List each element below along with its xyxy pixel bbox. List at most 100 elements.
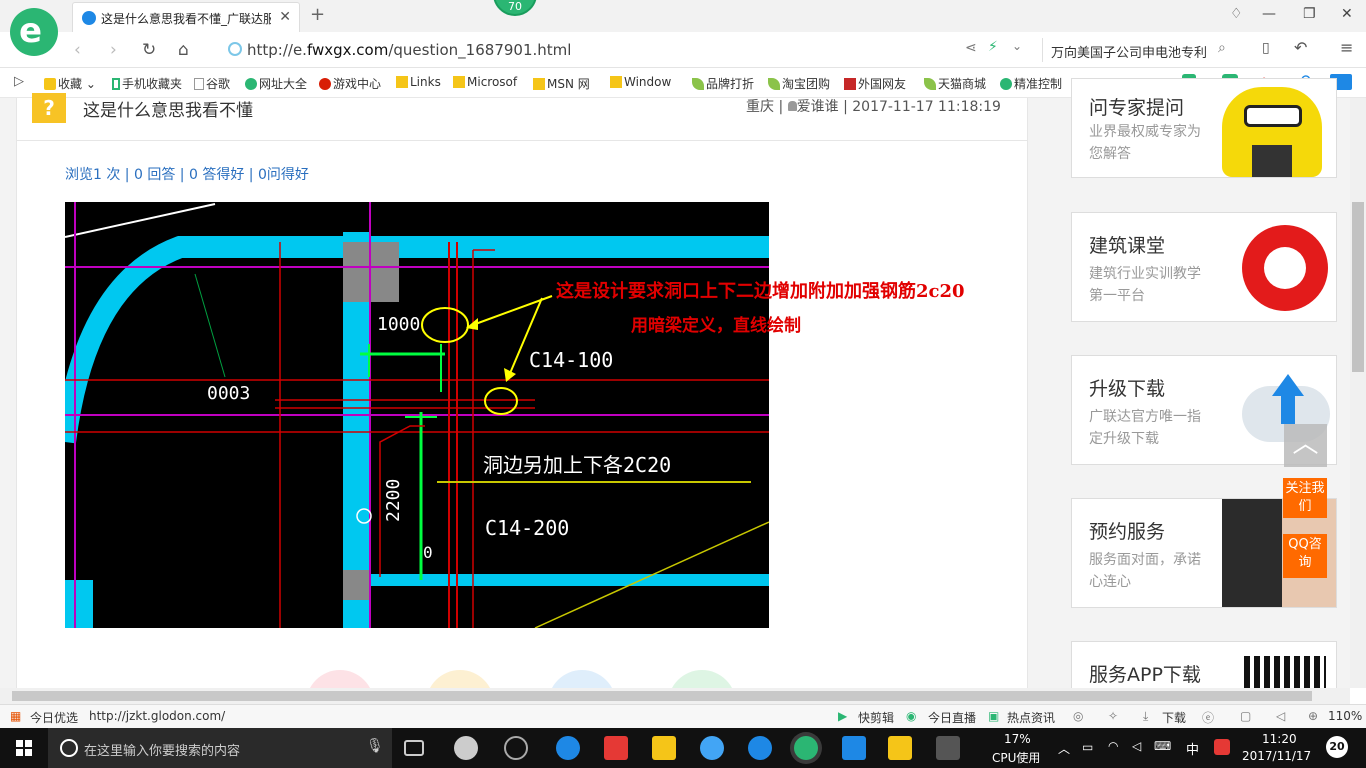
- site-info-icon[interactable]: [228, 42, 242, 56]
- url-field[interactable]: http://e.fwxgx.com/question_1687901.html: [222, 37, 1036, 63]
- lightning-icon[interactable]: ⚡: [988, 39, 998, 55]
- status-bar: ▦ 今日优选 http://jzkt.glodon.com/ ▶ 快剪辑 ◉ 今…: [0, 704, 1366, 728]
- bookmark-item[interactable]: 精准控制: [1000, 75, 1062, 92]
- pinwheel-icon[interactable]: [454, 736, 478, 760]
- forward-icon[interactable]: ›: [110, 40, 117, 60]
- browser-logo-icon[interactable]: e: [10, 8, 58, 56]
- clip-icon: ▶: [838, 709, 848, 723]
- edge-alt-icon[interactable]: [504, 736, 528, 760]
- address-bar: ‹ › ↻ ⌂ http://e.fwxgx.com/question_1687…: [0, 32, 1366, 68]
- bookmark-item[interactable]: 手机收藏夹: [112, 75, 182, 92]
- browser-active-icon[interactable]: [794, 736, 818, 760]
- back-icon[interactable]: ‹: [74, 40, 81, 60]
- file-explorer-icon[interactable]: [652, 736, 676, 760]
- sidebar-toggle-icon[interactable]: ▷: [14, 74, 24, 89]
- bookmark-item[interactable]: 游戏中心: [319, 75, 381, 92]
- annotation-line-1: 这是设计要求洞口上下二边增加附加加强钢筋2c20: [556, 281, 965, 302]
- home-icon[interactable]: ⌂: [178, 40, 189, 60]
- url-text: http://e.fwxgx.com/question_1687901.html: [247, 41, 572, 59]
- today-picks-link[interactable]: 今日优选: [30, 709, 78, 726]
- qr-code-icon: [1244, 656, 1326, 690]
- bookmark-item[interactable]: 网址大全: [245, 75, 307, 92]
- volume-icon[interactable]: ◁: [1132, 739, 1141, 753]
- ime-indicator[interactable]: 中: [1186, 739, 1199, 758]
- notes-icon[interactable]: [888, 736, 912, 760]
- bookmark-item[interactable]: 外国网友: [844, 75, 906, 92]
- ie-icon[interactable]: [700, 736, 724, 760]
- question-icon: ?: [32, 93, 66, 123]
- microphone-icon[interactable]: 🎙: [366, 738, 384, 754]
- question-author[interactable]: 爱谁谁: [797, 99, 839, 115]
- bookmark-item[interactable]: 品牌打折: [692, 75, 754, 92]
- tray-expand-icon[interactable]: ︿: [1058, 740, 1070, 757]
- clock-date[interactable]: 2017/11/17: [1242, 749, 1311, 763]
- search-placeholder: 在这里输入你要搜索的内容: [84, 744, 241, 759]
- menu-icon[interactable]: ≡: [1340, 38, 1353, 57]
- download-link[interactable]: 下载: [1162, 709, 1186, 726]
- bookmark-item[interactable]: 收藏 ⌄: [44, 75, 96, 92]
- bookmark-item[interactable]: 天猫商城: [924, 75, 986, 92]
- bookmark-item[interactable]: Links: [396, 75, 441, 89]
- ie-mode-icon[interactable]: ⓔ: [1202, 709, 1214, 726]
- share-icon[interactable]: ⋖: [965, 40, 977, 56]
- follow-us-button[interactable]: 关注我们: [1283, 478, 1327, 518]
- bookmark-item[interactable]: MSN 网: [533, 75, 590, 92]
- restore-button[interactable]: ❐: [1303, 6, 1316, 22]
- horizontal-scrollbar[interactable]: [0, 688, 1350, 704]
- card-app-download[interactable]: 服务APP下载: [1071, 641, 1337, 691]
- sogou-icon[interactable]: [1214, 739, 1230, 755]
- bookmark-item[interactable]: Microsof: [453, 75, 517, 89]
- vertical-scrollbar[interactable]: [1350, 98, 1366, 688]
- hot-news-link[interactable]: 热点资讯: [1007, 709, 1055, 726]
- help-doc-icon[interactable]: [936, 736, 960, 760]
- cad-label-0003: 0003: [207, 383, 250, 404]
- zoom-icon[interactable]: ⊕: [1308, 709, 1318, 723]
- tab-active[interactable]: 这是什么意思我看不懂_广联达服 ✕: [72, 2, 300, 32]
- chevron-down-icon[interactable]: ⌄: [1012, 39, 1022, 53]
- browser-c-icon[interactable]: [748, 736, 772, 760]
- store-icon[interactable]: [604, 736, 628, 760]
- wifi-icon[interactable]: ◠: [1108, 739, 1118, 753]
- quick-clip-link[interactable]: 快剪辑: [858, 709, 894, 726]
- clock-time[interactable]: 11:20: [1262, 732, 1297, 746]
- battery-icon[interactable]: ▭: [1082, 740, 1093, 754]
- notification-center-badge[interactable]: 20: [1326, 736, 1348, 758]
- bookmark-item[interactable]: 淘宝团购: [768, 75, 830, 92]
- bookmark-item[interactable]: 谷歌: [194, 75, 230, 92]
- card-ask-expert[interactable]: 问专家提问 业界最权威专家为您解答: [1071, 78, 1337, 178]
- search-icon[interactable]: ⌕: [1218, 40, 1226, 56]
- leaf-icon: [768, 78, 780, 90]
- glodon-logo-icon: [1242, 225, 1328, 311]
- scrollbar-thumb[interactable]: [12, 691, 1312, 701]
- pin-icon[interactable]: ✧: [1108, 709, 1118, 723]
- undo-icon[interactable]: ↶: [1294, 38, 1307, 57]
- new-tab-button[interactable]: +: [310, 4, 325, 25]
- shirt-icon[interactable]: ♢: [1230, 6, 1243, 22]
- scrollbar-thumb[interactable]: [1352, 202, 1364, 372]
- speed-icon[interactable]: ◎: [1073, 709, 1083, 723]
- taskbar-search[interactable]: 在这里输入你要搜索的内容 🎙: [48, 728, 392, 768]
- plus-app-icon[interactable]: [842, 736, 866, 760]
- edge-icon[interactable]: [556, 736, 580, 760]
- live-link[interactable]: 今日直播: [928, 709, 976, 726]
- qq-consult-button[interactable]: QQ咨询: [1283, 534, 1327, 578]
- cad-label-c14-200: C14-200: [485, 516, 569, 540]
- minimize-button[interactable]: —: [1262, 6, 1276, 22]
- start-button[interactable]: [0, 728, 48, 768]
- folder-icon: [533, 78, 545, 90]
- bookmark-item[interactable]: Window: [610, 75, 671, 89]
- keyboard-icon[interactable]: ⌨: [1154, 739, 1171, 753]
- window-icon[interactable]: ▢: [1240, 709, 1251, 723]
- close-window-button[interactable]: ✕: [1341, 6, 1353, 22]
- mobile-icon[interactable]: ▯: [1262, 40, 1270, 56]
- task-view-icon[interactable]: [404, 740, 424, 756]
- mute-icon[interactable]: ◁: [1276, 709, 1285, 723]
- search-input[interactable]: 万向美国子公司申电池专利: [1042, 38, 1242, 62]
- card-title: 问专家提问: [1089, 97, 1185, 119]
- zoom-level[interactable]: 110%: [1328, 709, 1362, 723]
- back-to-top-button[interactable]: ︿: [1284, 424, 1327, 467]
- tab-close-icon[interactable]: ✕: [279, 9, 291, 25]
- refresh-icon[interactable]: ↻: [142, 40, 156, 60]
- card-title: 预约服务: [1089, 521, 1166, 543]
- card-building-class[interactable]: 建筑课堂 建筑行业实训教学第一平台: [1071, 212, 1337, 322]
